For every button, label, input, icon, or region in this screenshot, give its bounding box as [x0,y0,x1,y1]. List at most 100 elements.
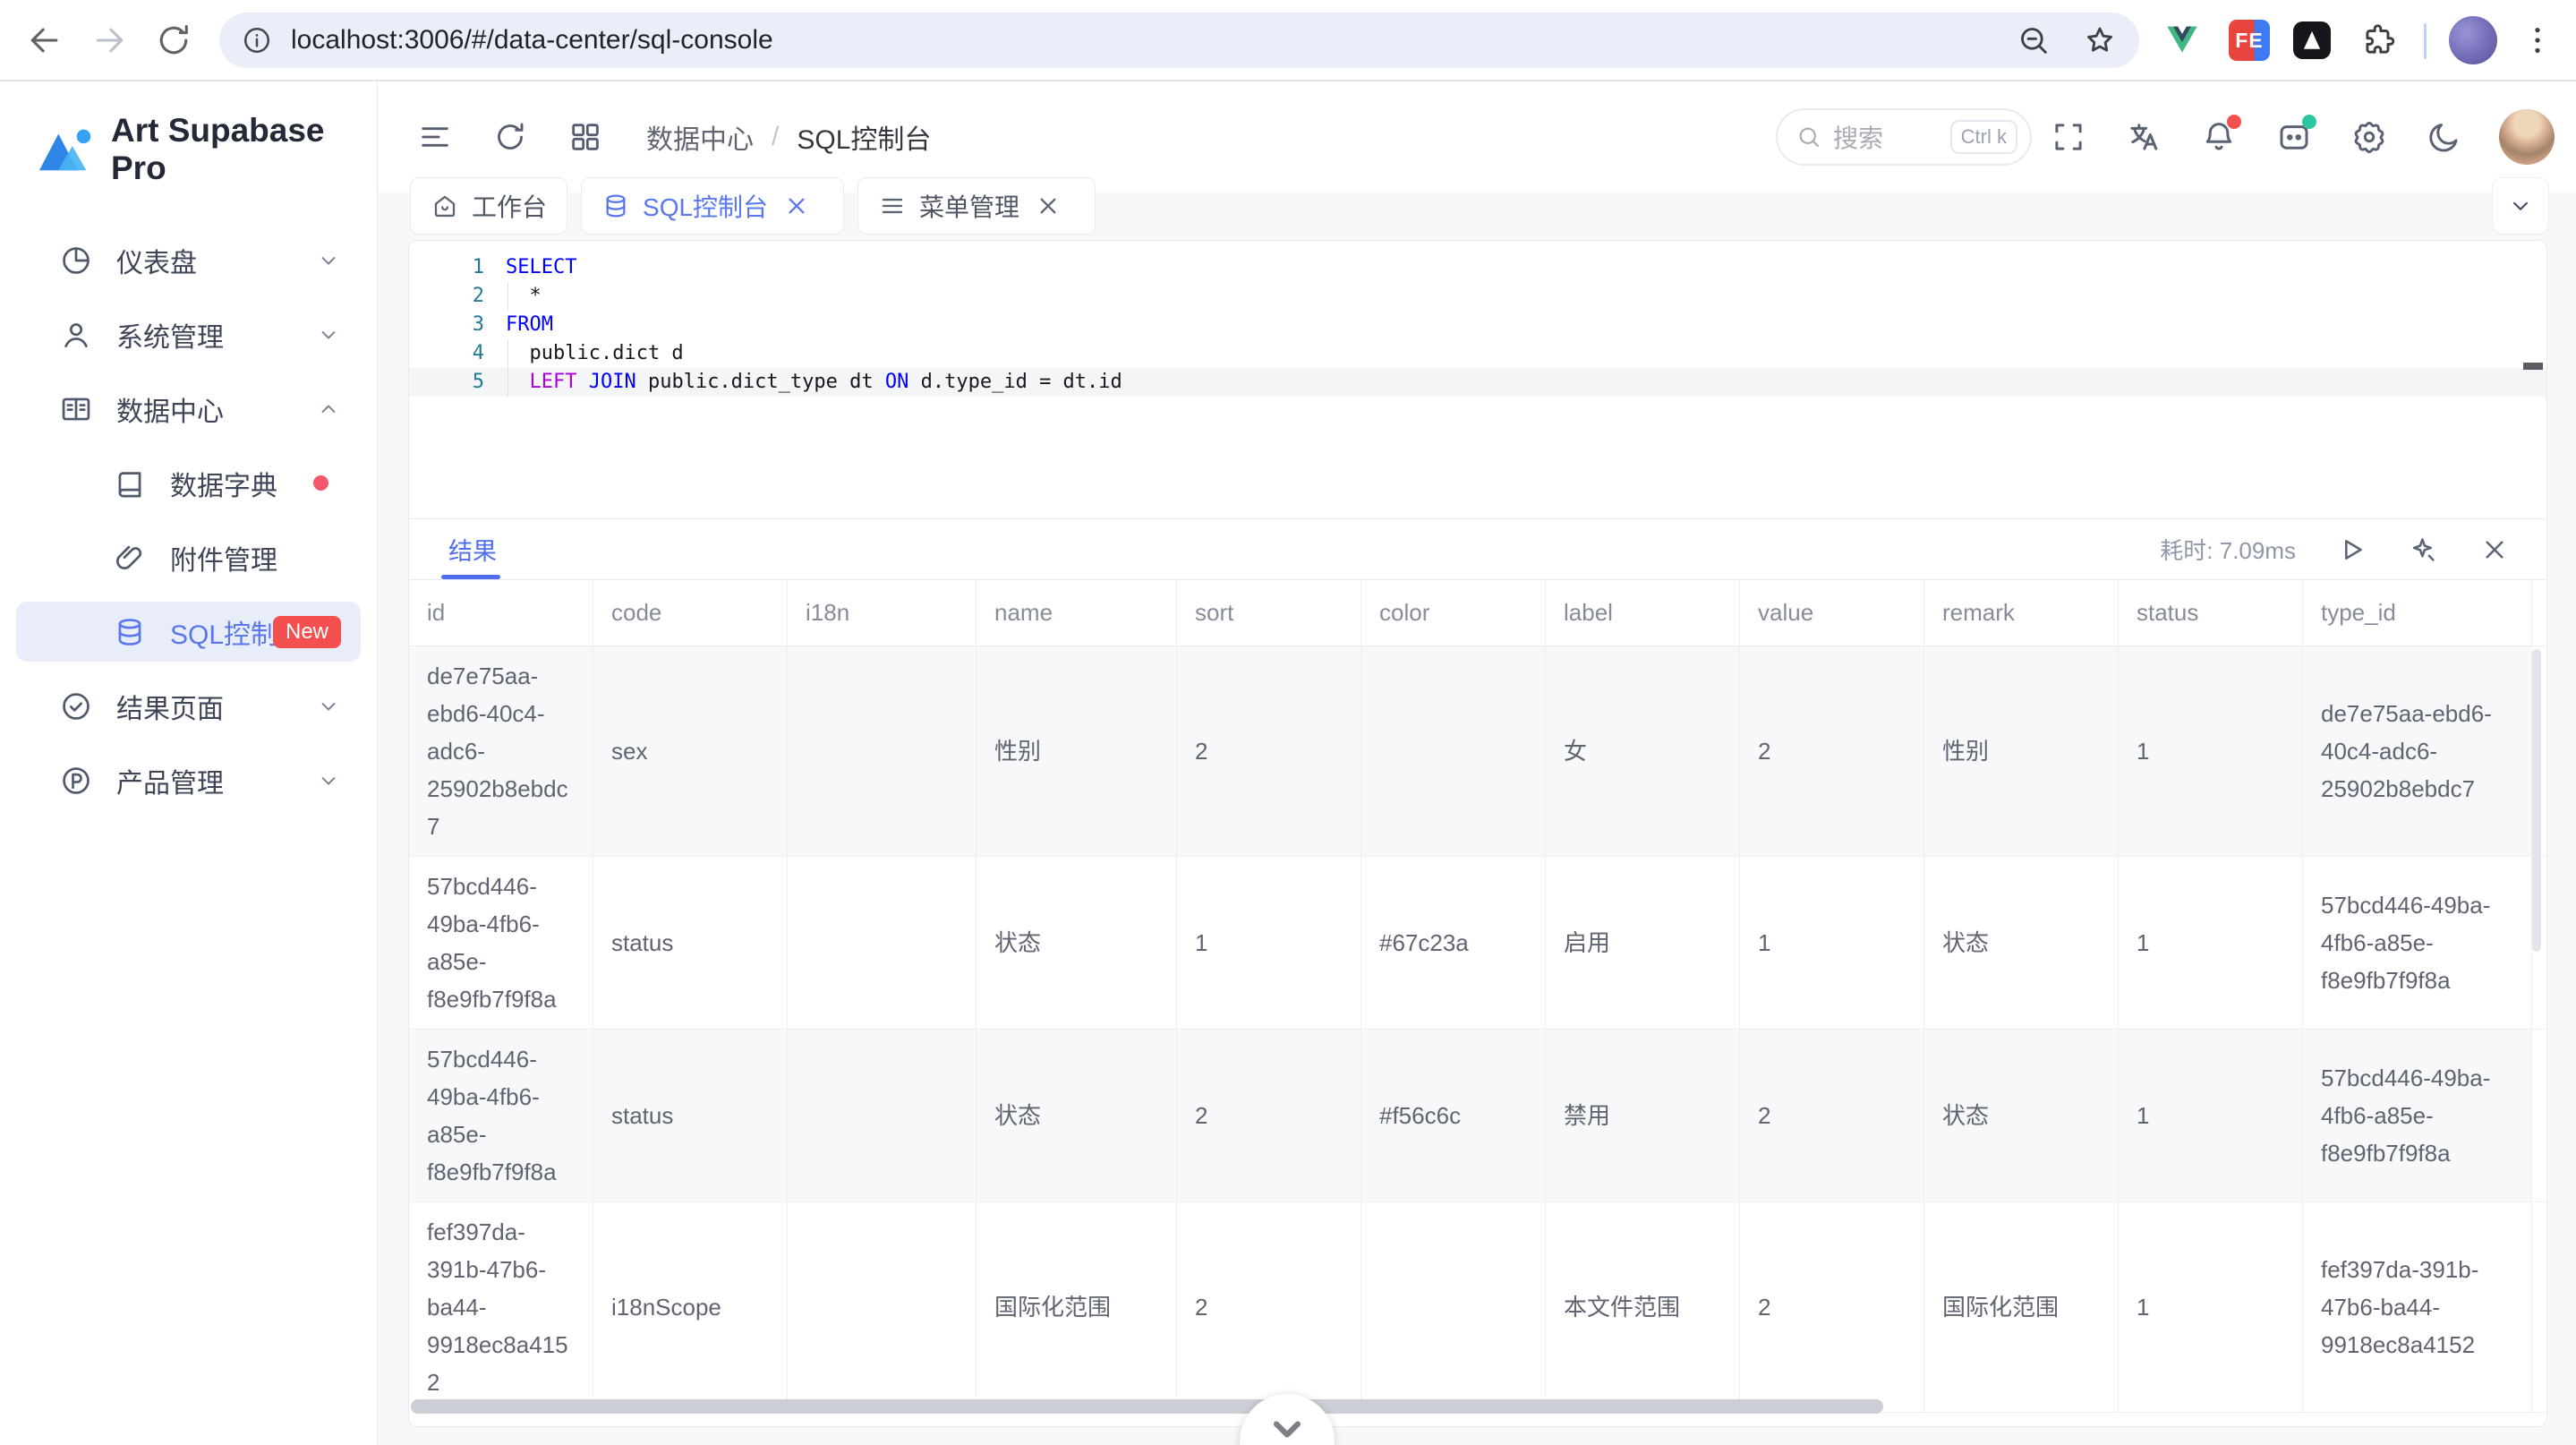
sidebar-item-2[interactable]: 数据中心 [0,372,377,446]
cell-value: 2 [1740,1202,1924,1412]
cell-i18n [788,1202,977,1412]
sidebar-item-label: 仪表盘 [116,241,197,280]
sidebar-menu: 仪表盘系统管理数据中心数据字典附件管理 SQL控制台New 结果页面产品管理 [0,223,377,817]
sidebar-item-label: 数据字典 [170,464,277,503]
breadcrumb-parent[interactable]: 数据中心 [646,117,754,157]
sidebar-item-4[interactable]: 附件管理 [0,520,377,594]
vue-devtools-extension-icon[interactable] [2163,21,2201,59]
dark-mode-moon-icon[interactable] [2426,118,2463,156]
sql-editor[interactable]: 1SELECT2 *3FROM4 public.dict d5 LEFT JOI… [409,241,2546,519]
extensions-puzzle-icon[interactable] [2359,21,2397,59]
code-line-2[interactable]: 2 * [409,282,2546,311]
fullscreen-icon[interactable] [2050,118,2087,156]
bookmark-star-icon[interactable] [2082,22,2118,58]
vertical-scrollbar[interactable] [2532,649,2541,952]
browser-profile-avatar[interactable] [2449,16,2497,64]
notifications-bell-icon[interactable] [2200,118,2238,156]
cell-color [1361,1202,1546,1412]
run-query-icon[interactable] [2335,534,2367,566]
sidebar-item-label: 结果页面 [116,687,224,726]
code-line-1[interactable]: 1SELECT [409,253,2546,282]
app-logo[interactable]: Art Supabase Pro [0,81,377,187]
elapsed-time: 耗时: 7.09ms [2160,533,2296,566]
horizontal-scrollbar[interactable] [411,1399,1883,1414]
cell-color: #f56c6c [1361,1030,1546,1201]
code-line-5[interactable]: 5 LEFT JOIN public.dict_type dt ON d.typ… [409,368,2546,397]
tab-label: SQL控制台 [643,188,768,224]
cell-value: 2 [1740,1030,1924,1201]
collapse-sidebar-icon[interactable] [417,119,453,155]
apps-grid-icon[interactable] [567,119,603,155]
breadcrumb-separator: / [772,122,779,152]
app-title: Art Supabase Pro [111,112,377,187]
browser-back-icon[interactable] [25,21,64,60]
close-tab-icon[interactable] [782,192,811,220]
cell-type_id: de7e75aa-ebd6-40c4-adc6-25902b8ebdc7 [2303,646,2532,856]
global-search-input[interactable]: 搜索 Ctrl k [1776,108,2032,166]
chevron-down-icon [1267,1410,1307,1445]
collection-icon [113,466,147,500]
cell-name: 国际化范围 [977,1202,1177,1412]
user-avatar[interactable] [2499,109,2555,165]
breadcrumb-current: SQL控制台 [797,117,931,157]
tab-0[interactable]: 工作台 [410,177,567,235]
assistant-chat-icon[interactable] [2275,118,2313,156]
cell-code: status [593,857,788,1029]
cell-label: 禁用 [1546,1030,1740,1201]
browser-menu-icon[interactable] [2519,21,2556,59]
check-icon [59,689,93,723]
cell-i18n [788,857,977,1029]
cell-code: i18nScope [593,1202,788,1412]
results-tab-label: 结果 [448,532,497,567]
sidebar: Art Supabase Pro 仪表盘系统管理数据中心数据字典附件管理 SQL控… [0,81,378,1445]
sidebar-item-label: 附件管理 [170,538,277,577]
sidebar-item-3[interactable]: 数据字典 [0,446,377,520]
row-gutter [2532,1030,2547,1201]
format-magic-icon[interactable] [2407,534,2439,566]
settings-gear-icon[interactable] [2350,118,2388,156]
zoom-out-icon[interactable] [2016,22,2051,58]
fe-extension-icon[interactable]: FE [2229,20,2270,61]
results-table-body: de7e75aa-ebd6-40c4-adc6-25902b8ebdc7sex性… [409,646,2546,1413]
browser-reload-icon[interactable] [154,21,193,60]
column-header-i18n: i18n [788,580,977,646]
line-number: 4 [409,339,484,368]
results-table-header: idcodei18nnamesortcolorlabelvalueremarks… [409,580,2546,646]
table-row-2: 57bcd446-49ba-4fb6-a85e-f8e9fb7f9f8astat… [409,1030,2546,1202]
refresh-page-icon[interactable] [492,119,528,155]
results-tab[interactable]: 结果 [448,519,497,579]
chevron-down-icon [316,694,341,719]
site-info-icon[interactable] [241,24,273,56]
black-app-extension-icon[interactable] [2293,21,2331,59]
cell-remark: 国际化范围 [1924,1202,2119,1412]
code-line-4[interactable]: 4 public.dict d [409,339,2546,368]
toolbar-divider [2424,23,2427,59]
sidebar-item-1[interactable]: 系统管理 [0,297,377,372]
cell-color [1361,646,1546,856]
tab-1[interactable]: SQL控制台 [581,177,844,235]
code-line-3[interactable]: 3FROM [409,311,2546,339]
column-header-remark: remark [1924,580,2119,646]
url-text[interactable]: localhost:3006/#/data-center/sql-console [291,25,1985,56]
tab-2[interactable]: 菜单管理 [857,177,1096,235]
cell-sort: 1 [1177,857,1361,1029]
tabs-overflow-button[interactable] [2492,177,2549,235]
browser-forward-icon[interactable] [90,21,129,60]
tab-label: 工作台 [472,188,547,224]
close-tab-icon[interactable] [1034,192,1062,220]
assistant-online-dot [2302,115,2316,129]
header-gutter [2532,580,2547,646]
close-results-icon[interactable] [2478,534,2511,566]
user-icon [59,318,93,352]
sidebar-item-6[interactable]: 结果页面 [0,669,377,743]
header-actions [2012,81,2576,192]
sidebar-item-7[interactable]: 产品管理 [0,743,377,817]
cell-label: 启用 [1546,857,1740,1029]
translate-icon[interactable] [2125,118,2162,156]
sidebar-item-5[interactable]: SQL控制台New [16,602,361,662]
cell-label: 本文件范围 [1546,1202,1740,1412]
cell-color: #67c23a [1361,857,1546,1029]
sidebar-item-0[interactable]: 仪表盘 [0,223,377,297]
sidebar-item-label: 系统管理 [116,315,224,355]
address-bar[interactable]: localhost:3006/#/data-center/sql-console [219,13,2139,68]
